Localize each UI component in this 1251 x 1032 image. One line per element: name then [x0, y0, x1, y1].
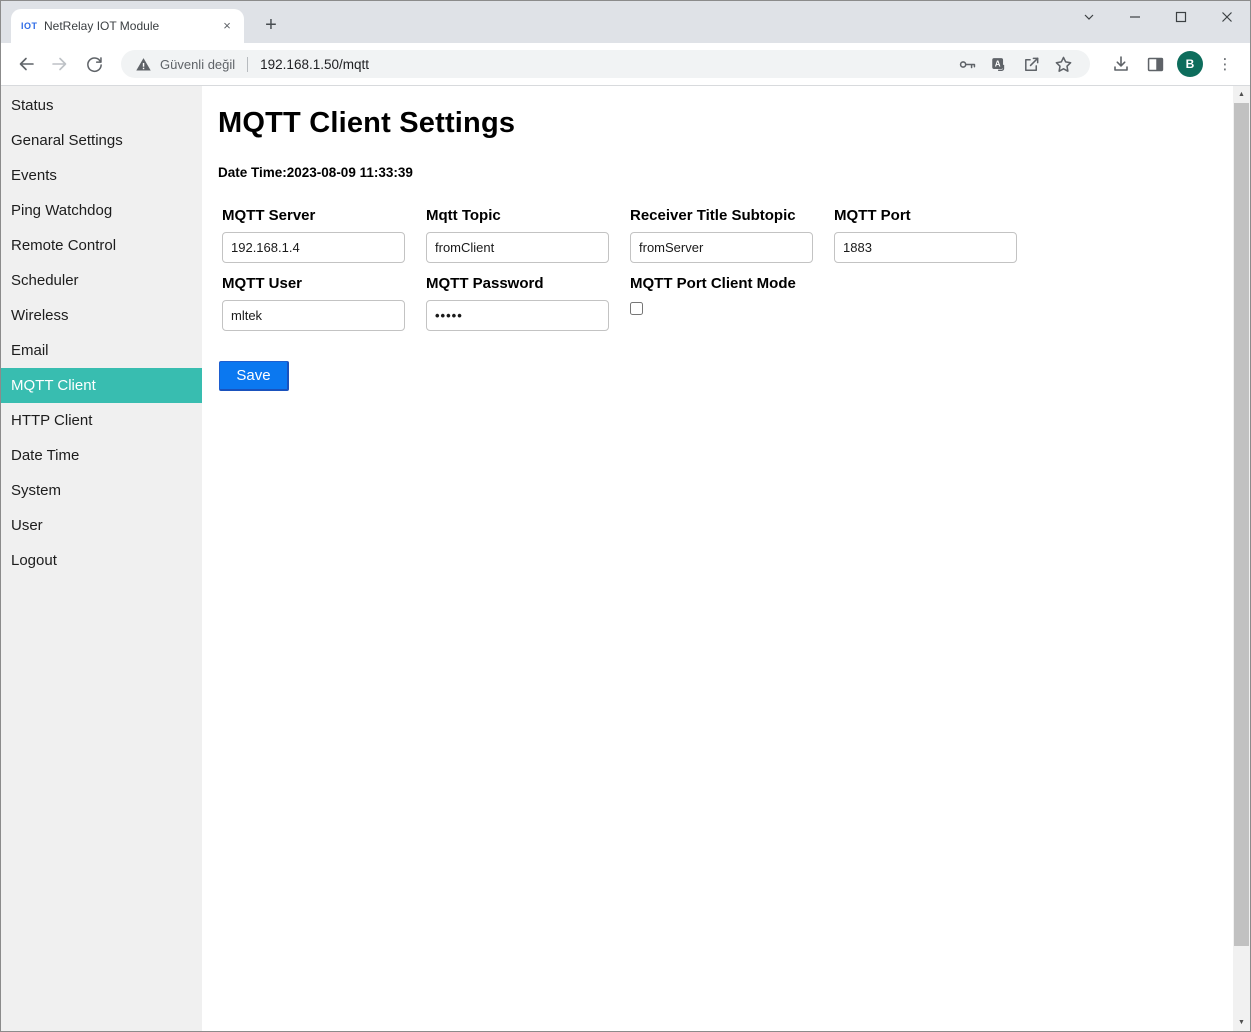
sidebar-item-email[interactable]: Email: [1, 333, 202, 368]
tab-title: NetRelay IOT Module: [44, 19, 218, 33]
reload-icon[interactable]: [79, 49, 109, 79]
receiver-subtopic-input[interactable]: [630, 232, 813, 263]
mqtt-password-input[interactable]: [426, 300, 609, 331]
field-mqtt-port-client-mode: MQTT Port Client Mode: [630, 275, 834, 331]
sidebar-nav: Status Genaral Settings Events Ping Watc…: [1, 86, 202, 1031]
vertical-scrollbar[interactable]: ▲ ▼: [1233, 86, 1250, 1031]
browser-window: { "browser": { "tab_title": "NetRelay IO…: [0, 0, 1251, 1032]
close-window-button[interactable]: [1204, 1, 1250, 33]
field-label: MQTT Port: [834, 207, 1038, 224]
field-receiver-title-subtopic: Receiver Title Subtopic: [630, 207, 834, 263]
mqtt-port-client-mode-checkbox[interactable]: [630, 302, 643, 315]
omnibox-separator: [247, 57, 248, 72]
field-label: MQTT User: [222, 275, 426, 292]
mqtt-port-input[interactable]: [834, 232, 1017, 263]
address-bar[interactable]: Güvenli değil 192.168.1.50/mqtt A: [121, 50, 1090, 78]
sidebar-item-events[interactable]: Events: [1, 158, 202, 193]
password-key-icon[interactable]: [954, 51, 980, 77]
field-mqtt-topic: Mqtt Topic: [426, 207, 630, 263]
field-label: MQTT Server: [222, 207, 426, 224]
downloads-icon[interactable]: [1106, 49, 1136, 79]
browser-toolbar: Güvenli değil 192.168.1.50/mqtt A: [1, 43, 1250, 86]
mqtt-settings-form: MQTT Server Mqtt Topic Receiver Title Su…: [222, 207, 1233, 331]
translate-icon[interactable]: A: [986, 51, 1012, 77]
scrollbar-thumb[interactable]: [1234, 103, 1249, 946]
tab-strip: IOT NetRelay IOT Module × +: [1, 1, 1250, 43]
not-secure-warning-icon[interactable]: [135, 56, 152, 73]
mqtt-topic-input[interactable]: [426, 232, 609, 263]
sidebar-item-general-settings[interactable]: Genaral Settings: [1, 123, 202, 158]
security-status-label: Güvenli değil: [160, 57, 235, 72]
sidebar-item-date-time[interactable]: Date Time: [1, 438, 202, 473]
field-mqtt-server: MQTT Server: [222, 207, 426, 263]
sidebar-item-logout[interactable]: Logout: [1, 543, 202, 578]
maximize-button[interactable]: [1158, 1, 1204, 33]
sidebar-item-mqtt-client[interactable]: MQTT Client: [1, 368, 202, 403]
page-title: MQTT Client Settings: [218, 107, 1233, 140]
field-mqtt-user: MQTT User: [222, 275, 426, 331]
tab-close-icon[interactable]: ×: [218, 17, 236, 35]
sidebar-item-wireless[interactable]: Wireless: [1, 298, 202, 333]
field-mqtt-password: MQTT Password: [426, 275, 630, 331]
field-label: Receiver Title Subtopic: [630, 207, 834, 224]
minimize-button[interactable]: [1112, 1, 1158, 33]
scrollbar-up-arrow-icon[interactable]: ▲: [1233, 86, 1250, 103]
field-mqtt-port: MQTT Port: [834, 207, 1038, 263]
scrollbar-down-arrow-icon[interactable]: ▼: [1233, 1014, 1250, 1031]
main-panel: MQTT Client Settings Date Time:2023-08-0…: [202, 86, 1233, 1031]
sidebar-item-status[interactable]: Status: [1, 88, 202, 123]
sidebar-item-scheduler[interactable]: Scheduler: [1, 263, 202, 298]
new-tab-button[interactable]: +: [257, 12, 285, 40]
mqtt-server-input[interactable]: [222, 232, 405, 263]
toolbar-right-group: B ⋮: [1104, 49, 1242, 79]
window-controls: [1066, 1, 1250, 33]
favicon-iot-icon: IOT: [21, 21, 37, 31]
page-content: Status Genaral Settings Events Ping Watc…: [1, 86, 1250, 1031]
bookmark-star-icon[interactable]: [1050, 51, 1076, 77]
field-label: MQTT Port Client Mode: [630, 275, 834, 292]
sidebar-item-ping-watchdog[interactable]: Ping Watchdog: [1, 193, 202, 228]
back-icon[interactable]: [11, 49, 41, 79]
sidebar-item-http-client[interactable]: HTTP Client: [1, 403, 202, 438]
tab-search-chevron-icon[interactable]: [1066, 1, 1112, 33]
url-text: 192.168.1.50/mqtt: [260, 57, 369, 72]
svg-text:A: A: [995, 59, 1001, 68]
datetime-label: Date Time:2023-08-09 11:33:39: [218, 165, 1233, 180]
profile-avatar[interactable]: B: [1177, 51, 1203, 77]
field-label: MQTT Password: [426, 275, 630, 292]
browser-tab[interactable]: IOT NetRelay IOT Module ×: [11, 9, 244, 43]
forward-icon[interactable]: [45, 49, 75, 79]
share-icon[interactable]: [1018, 51, 1044, 77]
browser-menu-icon[interactable]: ⋮: [1210, 49, 1240, 79]
mqtt-user-input[interactable]: [222, 300, 405, 331]
field-label: Mqtt Topic: [426, 207, 630, 224]
sidebar-item-user[interactable]: User: [1, 508, 202, 543]
sidebar-item-remote-control[interactable]: Remote Control: [1, 228, 202, 263]
save-button[interactable]: Save: [219, 361, 289, 391]
side-panel-icon[interactable]: [1140, 49, 1170, 79]
sidebar-item-system[interactable]: System: [1, 473, 202, 508]
